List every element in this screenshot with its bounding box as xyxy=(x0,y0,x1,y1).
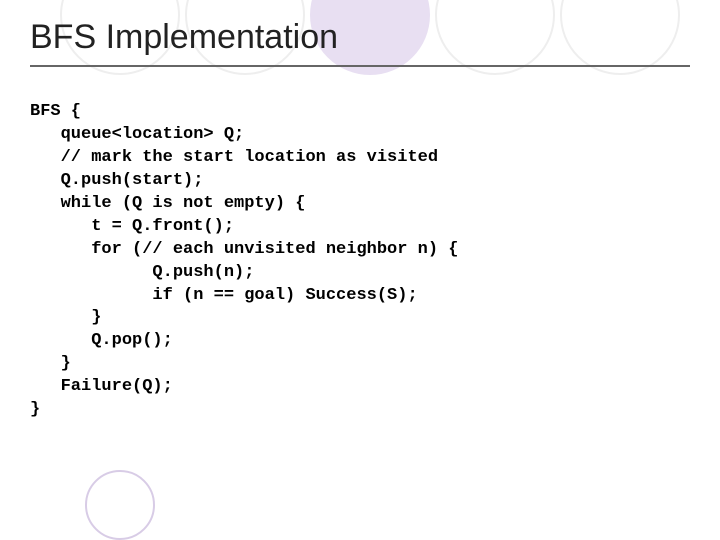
code-line: } xyxy=(30,354,71,373)
code-line: Q.push(n); xyxy=(30,263,254,282)
bg-circle xyxy=(85,470,155,540)
code-line: while (Q is not empty) { xyxy=(30,194,305,213)
code-line: } xyxy=(30,308,101,327)
code-line: // mark the start location as visited xyxy=(30,148,438,167)
slide-title: BFS Implementation xyxy=(30,18,690,57)
code-line: BFS { xyxy=(30,102,81,121)
code-line: if (n == goal) Success(S); xyxy=(30,286,418,305)
code-line: Q.pop(); xyxy=(30,331,173,350)
code-line: for (// each unvisited neighbor n) { xyxy=(30,240,458,259)
code-block: BFS { queue<location> Q; // mark the sta… xyxy=(30,101,690,422)
code-line: queue<location> Q; xyxy=(30,125,244,144)
code-line: t = Q.front(); xyxy=(30,217,234,236)
title-divider xyxy=(30,65,690,67)
code-line: Q.push(start); xyxy=(30,171,203,190)
code-line: Failure(Q); xyxy=(30,377,173,396)
code-line: } xyxy=(30,400,40,419)
